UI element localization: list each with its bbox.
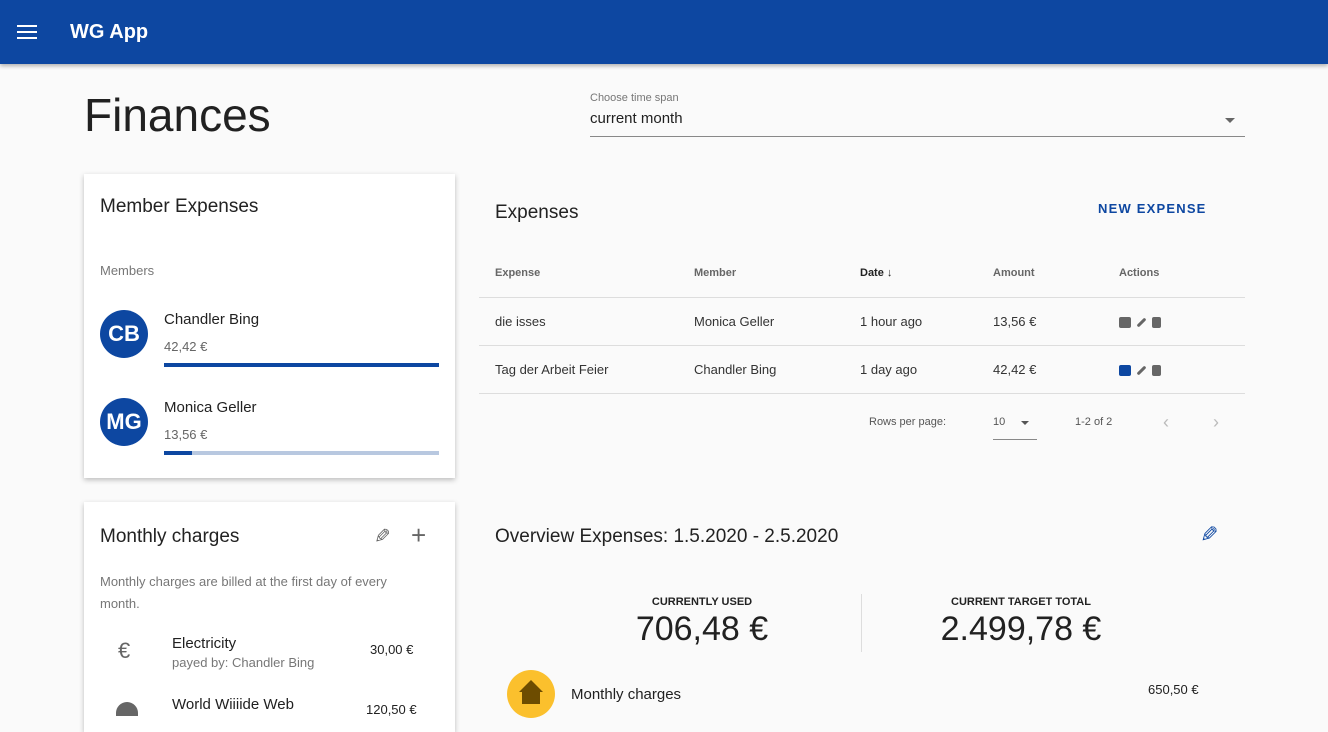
page-title: Finances [84,89,271,141]
cell-date: 1 hour ago [860,297,993,346]
category-name: Monthly charges [571,686,682,703]
charge-amount: 120,50 € [366,702,417,717]
add-icon[interactable]: + [411,520,426,551]
cell-actions [1119,297,1245,346]
euro-icon: € [118,638,131,663]
next-page-icon[interactable]: › [1213,412,1219,433]
menu-icon[interactable] [17,25,37,39]
currently-used-stat: CURRENTLY USED 706,48 € [552,596,852,649]
edit-icon[interactable]: ✎ [374,524,391,549]
delete-icon[interactable] [1152,364,1161,376]
divider [861,594,862,652]
dropdown-arrow-icon [1021,421,1029,429]
col-expense[interactable]: Expense [479,250,694,298]
stat-value: 706,48 € [635,610,769,648]
prev-page-icon[interactable]: ‹ [1163,412,1169,433]
rows-per-page-select[interactable]: 10 [993,410,1037,440]
expenses-table: Expense Member Date ↓ Amount Actions die… [479,250,1245,394]
cell-amount: 42,42 € [993,345,1119,394]
member-name: Chandler Bing [164,311,260,328]
delete-icon[interactable] [1152,316,1161,328]
time-span-value: current month [590,110,683,127]
cell-actions [1119,345,1245,394]
member-progress [164,363,439,367]
new-expense-button[interactable]: NEW EXPENSE [1098,201,1207,216]
member-amount: 13,56 € [164,427,208,442]
col-date[interactable]: Date ↓ [860,250,993,298]
col-amount[interactable]: Amount [993,250,1119,298]
avatar: MG [100,398,148,446]
charge-payer: payed by: Chandler Bing [172,655,315,670]
category-amount: 650,50 € [1148,682,1199,697]
member-name: Monica Geller [164,399,257,416]
time-span-select[interactable]: Choose time span current month [590,92,1245,137]
monthly-description: Monthly charges are billed at the first … [100,574,387,611]
charge-name: Electricity [172,635,237,652]
time-span-label: Choose time span [590,92,679,104]
edit-overview-icon[interactable]: ✎ [1200,522,1218,548]
rows-per-page-label: Rows per page: [869,416,947,428]
rows-per-page-value: 10 [993,416,1006,428]
member-expenses-card: Member Expenses Members CB Chandler Bing… [84,174,455,478]
expenses-title: Expenses [495,202,579,223]
member-progress [164,451,439,455]
col-member[interactable]: Member [694,250,860,298]
col-actions: Actions [1119,250,1245,298]
wifi-icon [116,702,138,716]
sort-arrow-down-icon: ↓ [886,267,893,280]
camera-icon[interactable] [1119,364,1131,376]
avatar: CB [100,310,148,358]
table-row: Tag der Arbeit Feier Chandler Bing 1 day… [479,345,1245,394]
home-icon [507,670,555,718]
edit-icon[interactable] [1136,317,1147,328]
cell-expense: Tag der Arbeit Feier [479,345,694,394]
table-row: die isses Monica Geller 1 hour ago 13,56… [479,297,1245,346]
target-total-stat: CURRENT TARGET TOTAL 2.499,78 € [871,596,1171,649]
cell-amount: 13,56 € [993,297,1119,346]
cell-member: Monica Geller [694,297,860,346]
add-photo-icon[interactable] [1119,316,1131,328]
cell-member: Chandler Bing [694,345,860,394]
cell-expense: die isses [479,297,694,346]
cell-date: 1 day ago [860,345,993,394]
app-bar: WG App [0,0,1328,64]
col-date-label: Date [860,267,884,280]
card-title: Member Expenses [100,196,259,217]
edit-icon[interactable] [1136,365,1147,376]
card-title: Monthly charges [100,526,240,547]
stat-label: CURRENTLY USED [651,596,753,608]
member-amount: 42,42 € [164,339,208,354]
charge-name: World Wiiiide Web [172,696,294,713]
monthly-charges-card: Monthly charges ✎ + Monthly charges are … [84,502,455,732]
members-subheader: Members [100,263,155,278]
charge-amount: 30,00 € [370,642,414,657]
overview-title: Overview Expenses: 1.5.2020 - 2.5.2020 [495,526,839,547]
stat-label: CURRENT TARGET TOTAL [951,596,1091,608]
dropdown-arrow-icon [1225,118,1235,128]
app-title: WG App [70,20,149,43]
page-range: 1-2 of 2 [1075,416,1113,428]
stat-value: 2.499,78 € [940,610,1102,648]
